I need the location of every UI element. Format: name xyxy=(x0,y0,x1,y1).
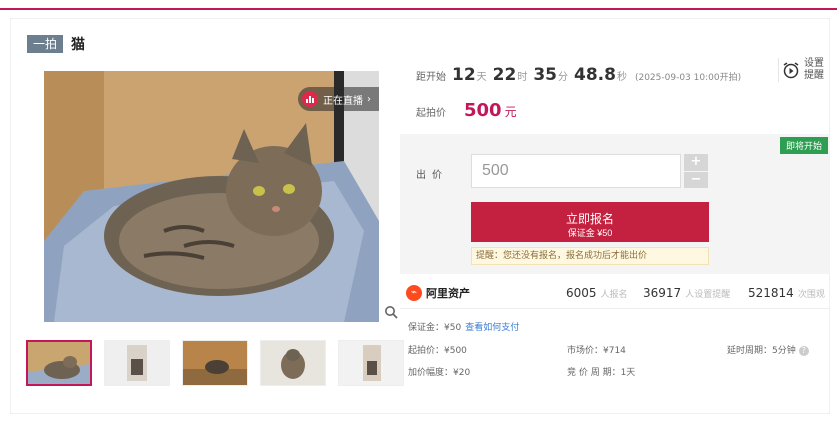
detail-start-price: 起拍价：¥500 xyxy=(408,346,467,356)
org-name[interactable]: 阿里资产 xyxy=(426,285,470,301)
increase-button[interactable]: + xyxy=(684,154,708,171)
title-row: 一拍 猫 xyxy=(27,34,85,54)
question-icon[interactable]: ? xyxy=(798,346,809,356)
thumbnail-item[interactable] xyxy=(182,340,248,386)
page-title: 猫 xyxy=(71,37,86,53)
countdown-minutes: 35 xyxy=(533,65,558,85)
start-price-unit: 元 xyxy=(504,105,517,119)
detail-period: 竞 价 周 期：1天 xyxy=(567,368,636,378)
countdown-days: 12 xyxy=(452,65,476,85)
how-to-pay-link[interactable]: 查看如何支付 xyxy=(465,323,519,333)
countdown-label: 距开始 xyxy=(416,72,446,83)
bid-panel: 即将开始 出价 + − 立即报名 保证金 ¥50 提醒：您还没有报名，报名成功后… xyxy=(400,134,830,274)
hours-unit: 时 xyxy=(517,72,528,83)
bid-amount-input[interactable] xyxy=(471,154,681,188)
start-date: (2025-09-03 10:00开拍) xyxy=(634,73,742,83)
detail-market-price: 市场价：¥714 xyxy=(567,346,626,356)
reminder-label: 设置提醒 xyxy=(804,58,824,81)
thumbnail-strip xyxy=(26,340,416,386)
view-count-label: 次围观 xyxy=(797,290,825,300)
delay-cycle-text: 延时周期：5分钟 xyxy=(727,346,796,356)
signup-button[interactable]: 立即报名 保证金 ¥50 xyxy=(471,202,709,242)
bid-stepper: + − xyxy=(684,154,708,188)
reminder-count: 36917 人设置提醒 xyxy=(643,286,730,300)
signup-hint: 提醒：您还没有报名，报名成功后才能出价 xyxy=(471,247,709,265)
countdown-seconds: 48.8 xyxy=(574,65,616,85)
view-count-value: 521814 xyxy=(748,286,794,300)
live-badge[interactable]: 正在直播 › xyxy=(298,87,379,111)
countdown-hours: 22 xyxy=(492,65,517,85)
reminder-count-label: 人设置提醒 xyxy=(685,290,731,300)
divider xyxy=(400,308,830,309)
days-unit: 天 xyxy=(476,72,487,83)
live-label: 正在直播 xyxy=(323,95,363,107)
deposit-label: 保证金 ¥50 xyxy=(567,227,613,238)
start-price-label: 起拍价 xyxy=(416,108,446,119)
detail-increment: 加价幅度：¥20 xyxy=(408,368,471,378)
deposit-text: 保证金：¥50 xyxy=(408,323,462,333)
set-reminder-button[interactable]: 设置提醒 xyxy=(778,58,836,82)
signup-count-value: 6005 xyxy=(566,286,597,300)
reminder-count-value: 36917 xyxy=(643,286,682,300)
seconds-unit: 秒 xyxy=(616,72,627,83)
view-count: 521814 次围观 xyxy=(748,286,825,300)
signup-label: 立即报名 xyxy=(565,211,614,226)
top-accent-line xyxy=(0,8,837,10)
auction-type-tag: 一拍 xyxy=(27,35,64,53)
chevron-right-icon: › xyxy=(367,93,371,105)
thumbnail-item[interactable] xyxy=(26,340,92,386)
organization-row: ⌁ 阿里资产 6005 人报名 36917 人设置提醒 521814 次围观 xyxy=(406,282,826,304)
countdown: 距开始 12 天 22 时 35 分 48.8 秒 (2025-09-03 10… xyxy=(416,65,741,85)
thumbnail-item[interactable] xyxy=(104,340,170,386)
thumbnail-item[interactable] xyxy=(338,340,404,386)
org-logo-icon: ⌁ xyxy=(406,285,422,301)
main-cat-image[interactable]: 正在直播 › xyxy=(44,71,379,322)
start-price-value: 500 xyxy=(464,100,502,121)
bid-label: 出价 xyxy=(416,170,448,181)
alarm-clock-icon xyxy=(783,62,799,79)
deposit-info: 保证金：¥50 查看如何支付 xyxy=(408,320,519,333)
zoom-icon[interactable] xyxy=(384,305,398,319)
detail-delay-cycle: 延时周期：5分钟? xyxy=(727,343,809,356)
thumbnail-item[interactable] xyxy=(260,340,326,386)
signup-count: 6005 人报名 xyxy=(566,286,628,300)
start-price: 起拍价 500 元 xyxy=(416,100,517,121)
live-chart-icon xyxy=(302,91,318,107)
coming-soon-badge: 即将开始 xyxy=(779,137,828,154)
signup-count-label: 人报名 xyxy=(600,290,628,300)
decrease-button[interactable]: − xyxy=(684,171,708,188)
minutes-unit: 分 xyxy=(558,72,569,83)
